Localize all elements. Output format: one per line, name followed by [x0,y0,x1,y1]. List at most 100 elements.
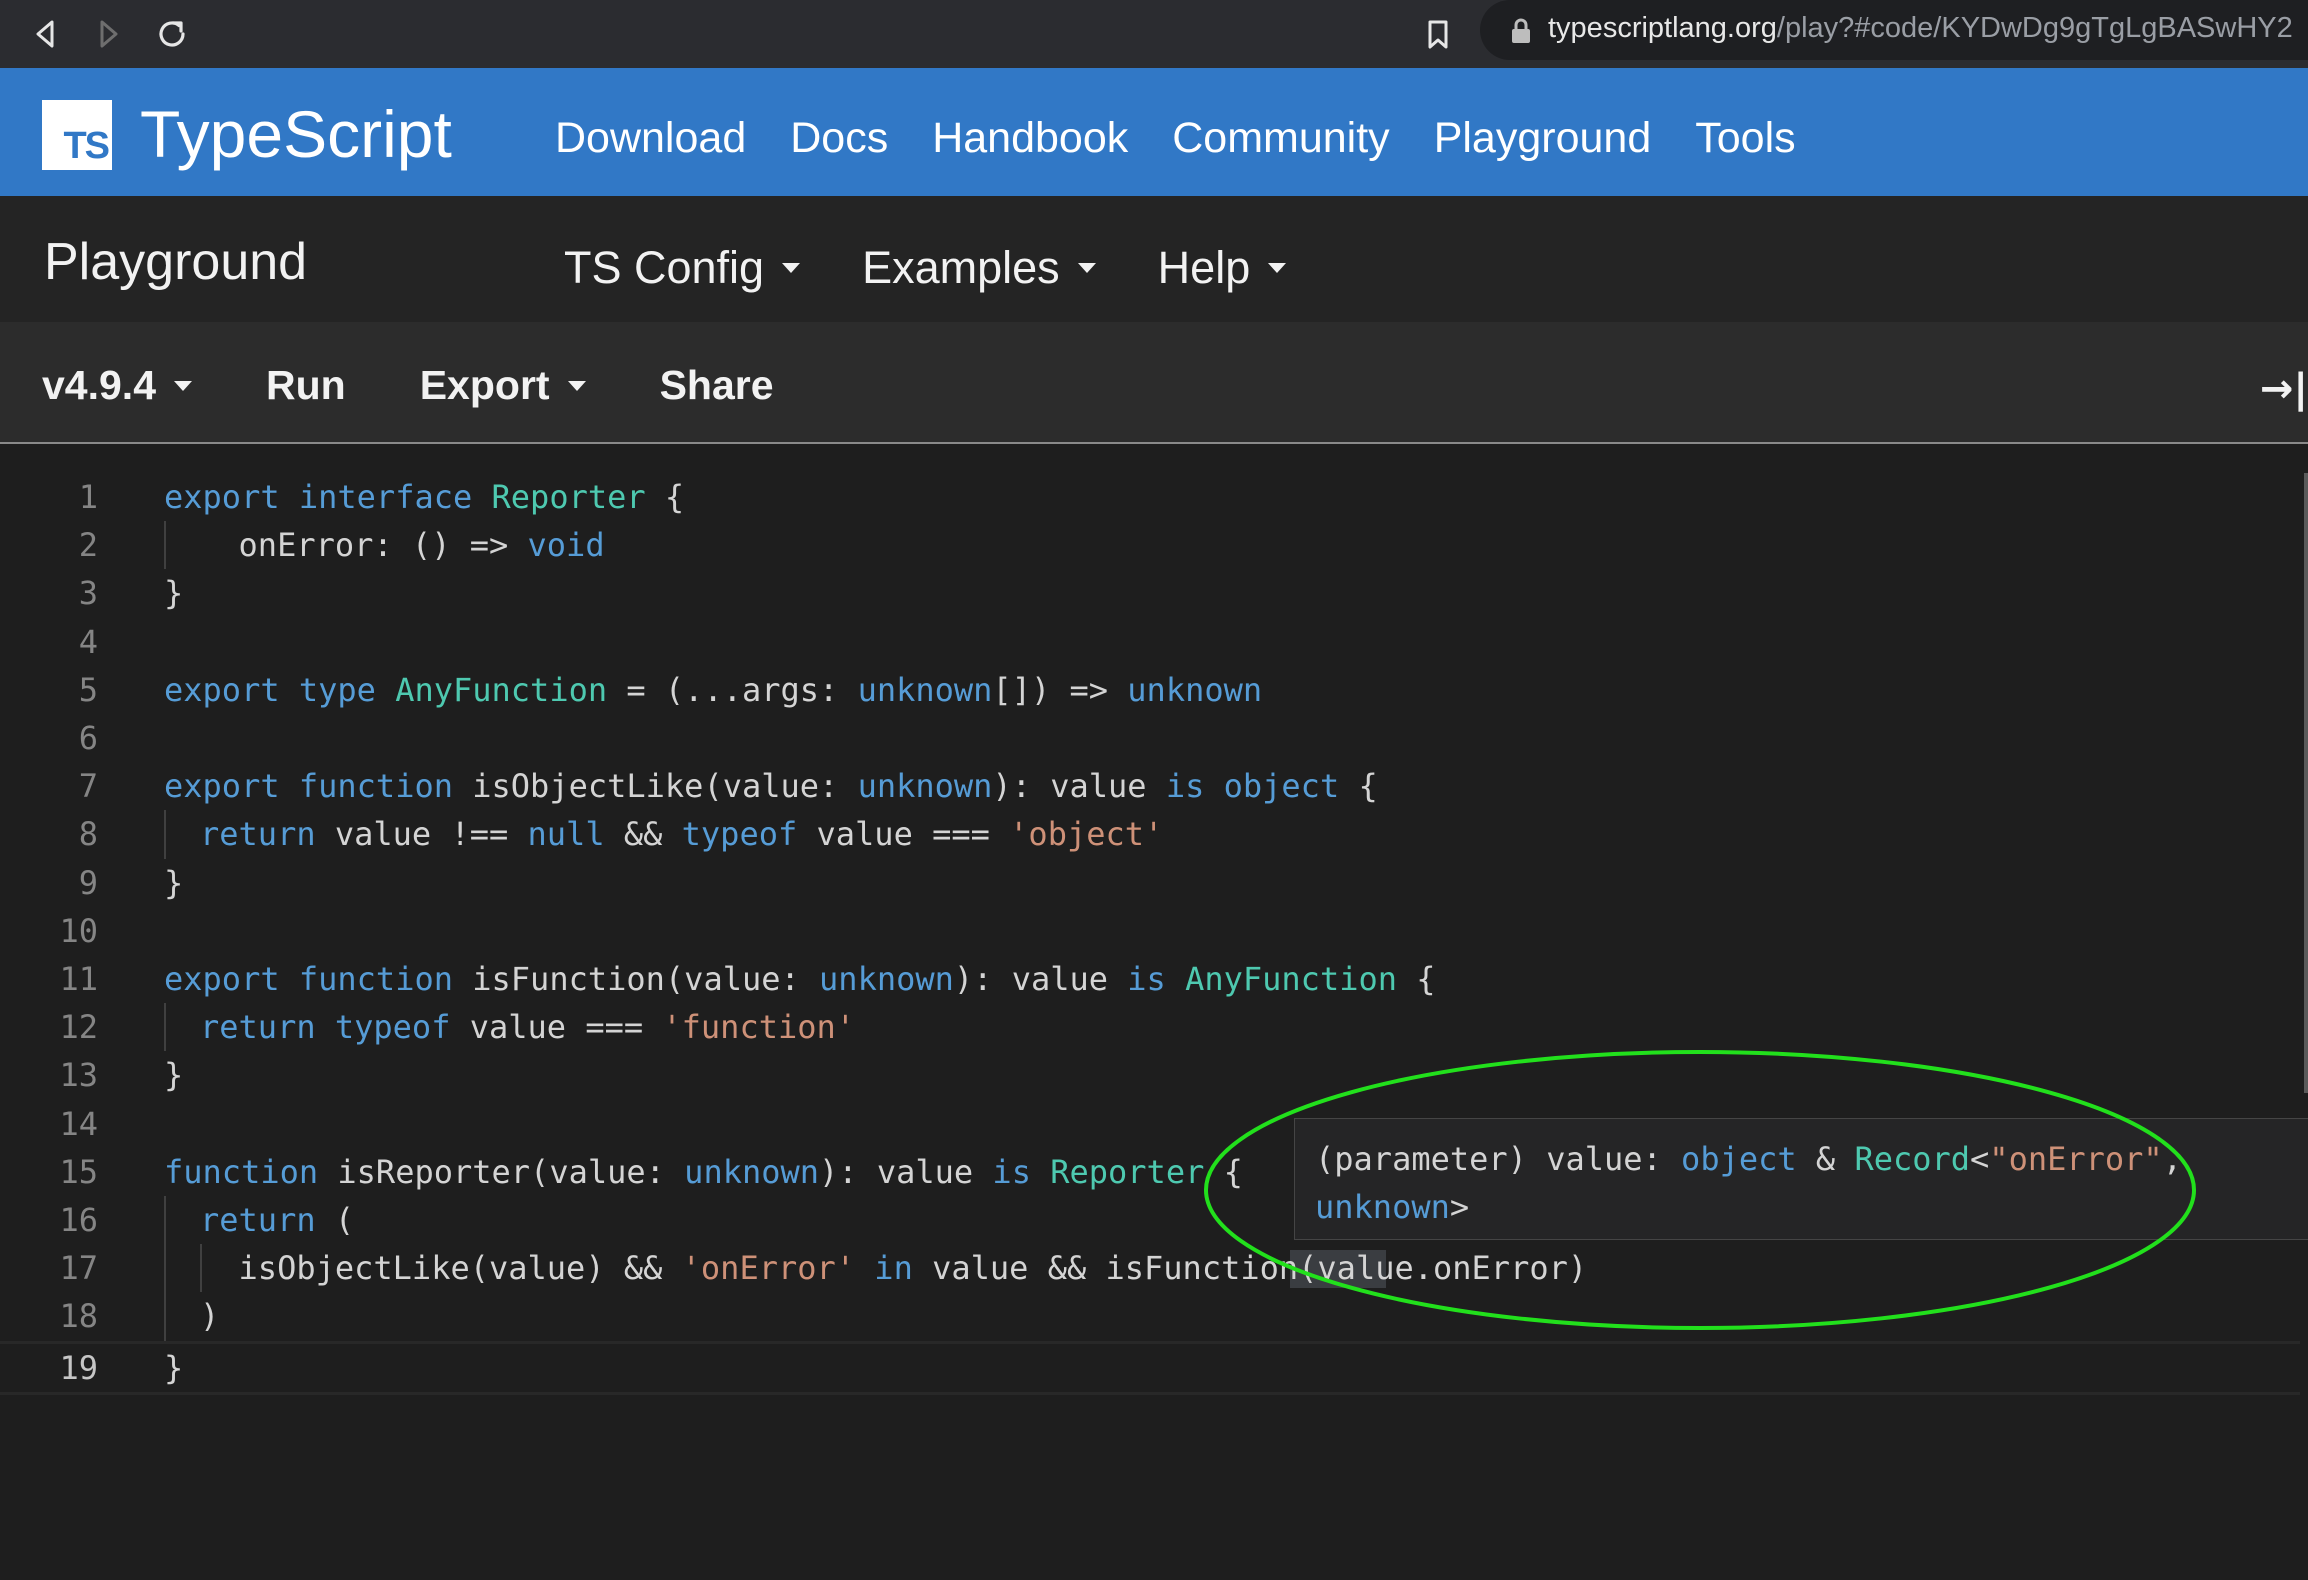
code-token: export [164,478,280,516]
code-text: onError: () => void [200,521,605,569]
code-line[interactable]: 18) [0,1292,2300,1340]
page-title: Playground [44,233,308,291]
chevron-down-icon [782,263,801,273]
url-domain: typescriptlang.org [1548,12,1777,44]
code-token: export [164,670,280,709]
code-text: export type AnyFunction = (...args: unkn… [164,666,1262,714]
code-token: isObjectLike(value: [452,767,858,806]
code-token: ) [200,1297,220,1336]
line-number: 6 [78,719,98,757]
code-text: return typeof value === 'function' [200,1003,855,1051]
chevron-down-icon [1268,263,1287,273]
code-text: return ( [200,1196,354,1244]
indent-guide [164,521,166,570]
code-line[interactable]: 10 [0,907,2300,955]
run-label: Run [266,362,346,408]
line-number: 19 [59,1348,98,1387]
address-bar[interactable]: typescriptlang.org/play?#code/KYDwDg9gTg… [1480,0,2308,60]
code-line[interactable]: 19} [0,1340,2300,1395]
code-token: void [527,526,605,565]
ts-config-label: TS Config [564,242,765,293]
code-token: return [200,1008,316,1047]
nav-link-tools[interactable]: Tools [1695,114,1795,163]
code-line[interactable]: 8 return value !== null && typeof value =… [0,810,2300,858]
brand-name[interactable]: TypeScript [140,96,452,172]
code-token: ( [315,1201,355,1239]
code-token: ): value [819,1152,993,1191]
url-path: /play?#code/KYDwDg9gTgLgBASwHY2 [1776,12,2293,44]
code-text: return value !== null && typeof value ==… [200,810,1163,858]
reload-icon[interactable] [152,14,192,54]
code-text: isObjectLike(value) && 'onError' in valu… [200,1244,1588,1292]
examples-menu[interactable]: Examples [862,242,1096,294]
typescript-logo[interactable]: TS [42,100,112,170]
line-number: 11 [59,960,98,998]
hover-line-1: (parameter) value: object & Record<"onEr… [1315,1135,2182,1183]
code-token: Reporter [1050,1152,1205,1191]
code-token: ): value [953,960,1128,998]
code-token: function [298,960,453,998]
ts-config-menu[interactable]: TS Config [564,242,801,294]
code-line[interactable]: 4 [0,618,2300,666]
line-number: 18 [59,1297,98,1336]
help-label: Help [1157,242,1251,293]
code-token: onError: () => [200,526,528,565]
code-token: { [1397,960,1436,998]
code-token: is [992,1152,1031,1191]
code-line[interactable]: 9} [0,859,2300,907]
chevron-down-icon [1077,263,1096,273]
code-token: []) => [992,670,1128,709]
nav-link-community[interactable]: Community [1172,114,1389,163]
line-number: 16 [59,1201,98,1239]
back-icon[interactable] [26,14,66,54]
code-token: Record [1854,1140,1971,1178]
code-line[interactable]: 6 [0,714,2300,762]
code-line[interactable]: 12 return typeof value === 'function' [0,1003,2300,1051]
code-token: (parameter) value: [1315,1140,1682,1178]
run-button[interactable]: Run [266,362,346,409]
code-token: typeof [681,815,798,854]
sidebar-toggle-icon[interactable]: →| [2260,366,2308,412]
site-links: Download Docs Handbook Community Playgro… [555,114,1796,163]
code-line[interactable]: 13} [0,1051,2300,1099]
code-token: is [1165,767,1205,806]
nav-link-playground[interactable]: Playground [1434,114,1652,163]
code-token: unknown [1315,1188,1450,1226]
forward-icon[interactable] [88,14,128,54]
version-dropdown[interactable]: v4.9.4 [42,362,192,409]
code-editor[interactable]: 1 export interface Reporter {2 onError: (… [0,473,2300,1580]
editor-scrollbar[interactable] [2304,473,2308,1093]
code-token: typeof [334,1008,451,1047]
code-token: isReporter(value: [318,1152,685,1191]
line-number: 12 [59,1008,98,1047]
export-menu[interactable]: Export [420,362,586,409]
share-button[interactable]: Share [660,362,774,409]
code-line[interactable]: 3} [0,569,2300,617]
nav-link-handbook[interactable]: Handbook [932,114,1128,163]
code-token: } [164,1348,184,1387]
code-token: null [527,815,605,854]
code-line[interactable]: 5 export type AnyFunction = (...args: unk… [0,666,2300,714]
code-token: isObjectLike(value) && [200,1249,682,1288]
bookmark-icon[interactable] [1418,14,1458,54]
hover-tooltip-text: (parameter) value: object & Record<"onEr… [1315,1135,2182,1231]
line-number: 15 [59,1152,98,1191]
help-menu[interactable]: Help [1158,242,1287,294]
code-line[interactable]: 11 export function isFunction(value: unkn… [0,955,2300,1003]
code-token: unknown [857,767,993,806]
code-line[interactable]: 7 export function isObjectLike(value: unk… [0,762,2300,810]
code-token: } [164,1056,184,1095]
code-token: type [298,670,376,709]
code-line[interactable]: 1 export interface Reporter { [0,473,2300,521]
nav-link-docs[interactable]: Docs [790,114,888,163]
code-token: interface [298,478,473,516]
code-line[interactable]: 2 onError: () => void [0,521,2300,569]
indent-guide [164,810,166,859]
share-label: Share [659,362,774,408]
nav-link-download[interactable]: Download [555,114,746,163]
code-line[interactable]: 17 isObjectLike(value) && 'onError' in v… [0,1244,2300,1292]
